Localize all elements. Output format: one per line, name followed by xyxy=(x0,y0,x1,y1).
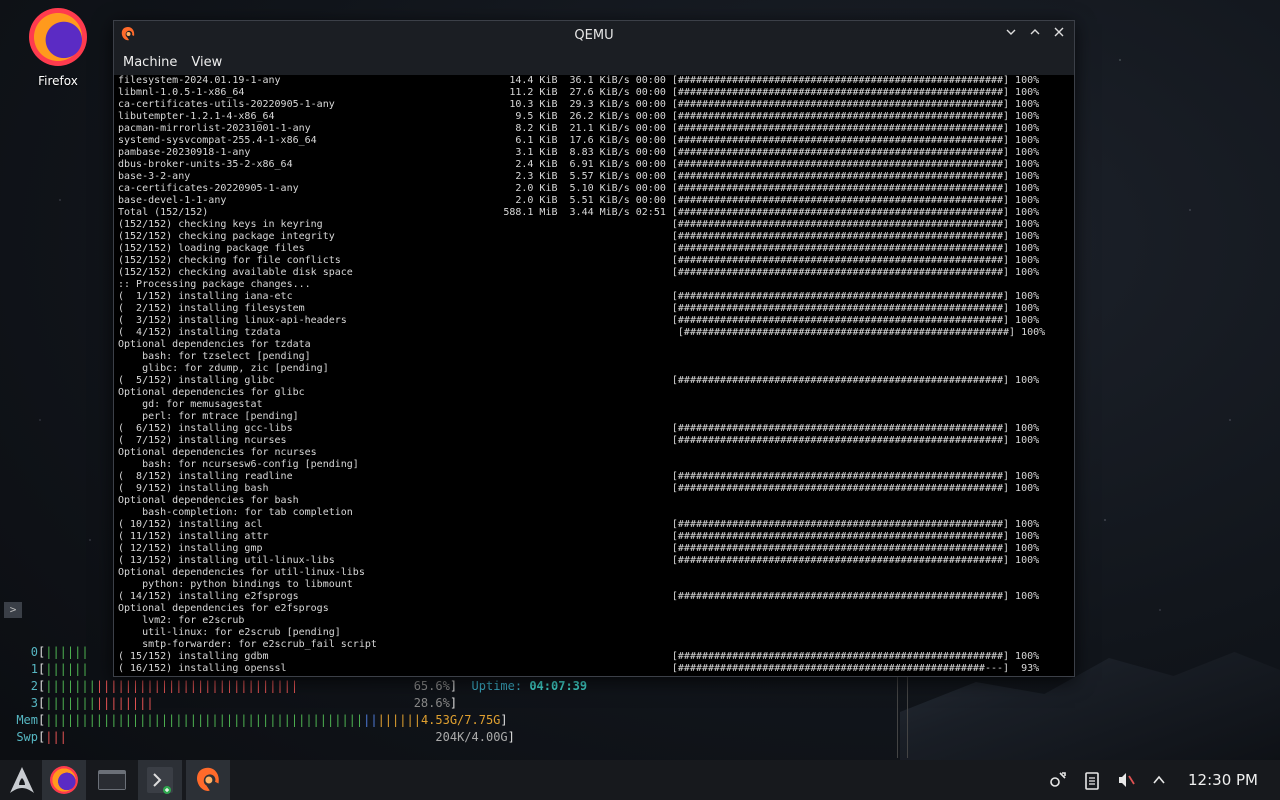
terminal-line: Optional dependencies for tzdata xyxy=(118,339,311,350)
terminal-line: ( 8/152) installing readline [##########… xyxy=(118,471,1040,482)
folder-icon xyxy=(98,770,126,790)
chevron-up-icon xyxy=(1030,29,1040,35)
desktop-icon-label: Firefox xyxy=(38,74,78,88)
terminal-line: base-devel-1-1-any 2.0 KiB 5.51 KiB/s 00… xyxy=(118,195,1040,206)
terminal-icon xyxy=(147,767,173,794)
terminal-line: ( 12/152) installing gmp [##############… xyxy=(118,543,1040,554)
uptime-label: Uptime: xyxy=(471,679,523,693)
taskbar-terminal[interactable] xyxy=(138,760,182,800)
terminal-line: smtp-forwarder: for e2scrub_fail script xyxy=(118,639,377,650)
terminal-line: (152/152) checking package integrity [##… xyxy=(118,231,1040,242)
terminal-line: ( 16/152) installing openssl [##########… xyxy=(118,663,1040,674)
swp-value: 204K/4.00G xyxy=(435,730,508,744)
minimize-button[interactable] xyxy=(1002,25,1020,45)
desktop-icon-firefox[interactable]: Firefox xyxy=(22,8,94,88)
maximize-button[interactable] xyxy=(1026,25,1044,45)
terminal-line: ( 11/152) installing attr [#############… xyxy=(118,531,1040,542)
window-title: QEMU xyxy=(574,28,614,43)
chevron-up-icon[interactable] xyxy=(1152,773,1166,787)
chevron-down-icon xyxy=(1006,29,1016,35)
menu-bar: Machine View xyxy=(114,49,1074,75)
terminal-line: ( 1/152) installing iana-etc [##########… xyxy=(118,291,1040,302)
close-icon xyxy=(1054,27,1064,37)
window-titlebar[interactable]: QEMU xyxy=(114,21,1074,49)
cpu3-percent: 28.6% xyxy=(413,696,450,710)
terminal-line: libmnl-1.0.5-1-x86_64 11.2 KiB 27.6 KiB/… xyxy=(118,87,1040,98)
terminal-line: Optional dependencies for bash xyxy=(118,495,299,506)
terminal-line: (152/152) checking available disk space … xyxy=(118,267,1040,278)
terminal-line: ( 4/152) installing tzdata [############… xyxy=(118,327,1046,338)
taskbar-qemu[interactable] xyxy=(186,760,230,800)
terminal-line: glibc: for zdump, zic [pending] xyxy=(118,363,329,374)
terminal-line: util-linux: for e2scrub [pending] xyxy=(118,627,341,638)
terminal-line: base-3-2-any 2.3 KiB 5.57 KiB/s 00:00 [#… xyxy=(118,171,1040,182)
terminal-line: pacman-mirrorlist-20231001-1-any 8.2 KiB… xyxy=(118,123,1040,134)
terminal-line: Optional dependencies for e2fsprogs xyxy=(118,603,329,614)
close-button[interactable] xyxy=(1050,25,1068,45)
terminal-line: Optional dependencies for util-linux-lib… xyxy=(118,567,365,578)
app-launcher-button[interactable] xyxy=(0,760,44,800)
system-tray: 12:30 PM xyxy=(1048,760,1280,800)
terminal-line: dbus-broker-units-35-2-x86_64 2.4 KiB 6.… xyxy=(118,159,1040,170)
clipboard-icon[interactable] xyxy=(1084,770,1100,790)
qemu-app-icon xyxy=(197,767,219,791)
terminal-line: systemd-sysvcompat-255.4-1-x86_64 6.1 Ki… xyxy=(118,135,1040,146)
firefox-icon xyxy=(29,8,87,66)
terminal-line: ( 5/152) installing glibc [#############… xyxy=(118,375,1040,386)
terminal-line: ( 3/152) installing linux-api-headers [#… xyxy=(118,315,1040,326)
menu-machine[interactable]: Machine xyxy=(116,55,184,70)
terminal-line: :: Processing package changes... xyxy=(118,279,311,290)
mem-value: 4.53G/7.75G xyxy=(420,713,501,727)
terminal-line: libutempter-1.2.1-4-x86_64 9.5 KiB 26.2 … xyxy=(118,111,1040,122)
volume-muted-icon[interactable] xyxy=(1116,770,1136,790)
terminal-line: ( 10/152) installing acl [##############… xyxy=(118,519,1040,530)
terminal-line: ( 9/152) installing bash [##############… xyxy=(118,483,1040,494)
terminal-line: ( 7/152) installing ncurses [###########… xyxy=(118,435,1040,446)
terminal-line: ( 6/152) installing gcc-libs [##########… xyxy=(118,423,1040,434)
qemu-window: QEMU Machine View filesystem-2024.01.19-… xyxy=(113,20,1075,677)
terminal-line: bash-completion: for tab completion xyxy=(118,507,353,518)
terminal-line: (152/152) loading package files [#######… xyxy=(118,243,1040,254)
mem-meter: Mem[||||||||||||||||||||||||||||||||||||… xyxy=(16,713,508,727)
terminal-line: bash: for ncursesw6-config [pending] xyxy=(118,459,359,470)
swp-meter: Swp[||| 204K/4.00G] xyxy=(16,730,515,744)
taskbar-firefox[interactable] xyxy=(42,760,86,800)
cpu2-meter: 2[||||||||||||||||||||||||||||||||||| 65… xyxy=(30,679,588,693)
terminal-line: ( 13/152) installing util-linux-libs [##… xyxy=(118,555,1040,566)
uptime-value: 04:07:39 xyxy=(529,679,588,693)
cpu2-percent: 65.6% xyxy=(413,679,450,693)
terminal-line: ( 15/152) installing gdbm [#############… xyxy=(118,651,1040,662)
arch-logo-icon xyxy=(10,767,34,793)
terminal-line: Optional dependencies for ncurses xyxy=(118,447,317,458)
terminal-line: ( 14/152) installing e2fsprogs [########… xyxy=(118,591,1040,602)
terminal-line: (152/152) checking keys in keyring [####… xyxy=(118,219,1040,230)
terminal-line: (152/152) checking for file conflicts [#… xyxy=(118,255,1040,266)
panel-splitter[interactable] xyxy=(897,676,908,758)
terminal-line: ca-certificates-utils-20220905-1-any 10.… xyxy=(118,99,1040,110)
terminal-output[interactable]: filesystem-2024.01.19-1-any 14.4 KiB 36.… xyxy=(114,75,1074,676)
terminal-line: python: python bindings to libmount xyxy=(118,579,353,590)
terminal-line: perl: for mtrace [pending] xyxy=(118,411,299,422)
terminal-line: Optional dependencies for glibc xyxy=(118,387,305,398)
expand-panel-button[interactable]: > xyxy=(4,602,22,618)
cpu3-meter: 3[||||||||||||||| 28.6%] xyxy=(30,696,458,710)
settings-tray-icon[interactable] xyxy=(1048,770,1068,790)
clock[interactable]: 12:30 PM xyxy=(1188,771,1258,789)
terminal-line: Total (152/152) 588.1 MiB 3.44 MiB/s 02:… xyxy=(118,207,1040,218)
taskbar: 12:30 PM xyxy=(0,760,1280,800)
terminal-line: ( 2/152) installing filesystem [########… xyxy=(118,303,1040,314)
terminal-line: filesystem-2024.01.19-1-any 14.4 KiB 36.… xyxy=(118,75,1040,86)
firefox-icon xyxy=(50,766,78,794)
terminal-line: bash: for tzselect [pending] xyxy=(118,351,311,362)
terminal-line: gd: for memusagestat xyxy=(118,399,263,410)
terminal-line: ca-certificates-20220905-1-any 2.0 KiB 5… xyxy=(118,183,1040,194)
terminal-line: lvm2: for e2scrub xyxy=(118,615,245,626)
taskbar-file-manager[interactable] xyxy=(90,760,134,800)
terminal-line: pambase-20230918-1-any 3.1 KiB 8.83 KiB/… xyxy=(118,147,1040,158)
menu-view[interactable]: View xyxy=(184,55,229,70)
